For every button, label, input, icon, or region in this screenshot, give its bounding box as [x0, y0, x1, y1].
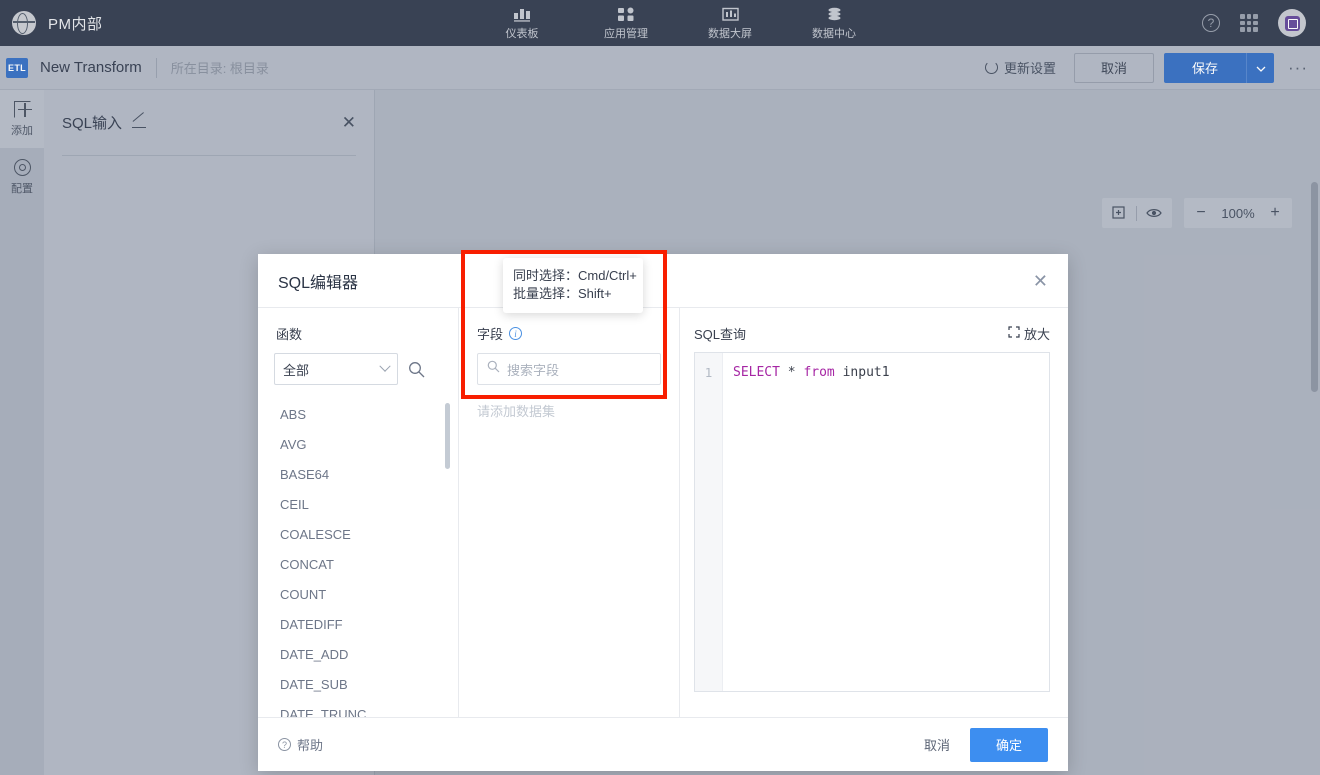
fields-label: 字段 — [477, 327, 504, 342]
line-number: 1 — [704, 365, 713, 380]
fields-empty-hint: 请添加数据集 — [477, 404, 556, 419]
field-search-input[interactable]: 搜索字段 — [477, 353, 661, 385]
app-root: PM内部 仪表板 应用管理 数据大屏 数据中心 ? ETL New Transf… — [0, 0, 1320, 775]
function-list-item[interactable]: DATEDIFF — [280, 609, 458, 639]
functions-label: 函数 — [276, 327, 303, 342]
tooltip-line-1: 同时选择：Cmd/Ctrl+ — [513, 268, 637, 283]
search-icon[interactable] — [408, 361, 425, 378]
function-list-item[interactable]: DATE_TRUNC — [280, 699, 458, 718]
dialog-footer: ? 帮助 取消 确定 — [258, 717, 1068, 771]
info-circle-icon[interactable]: i — [509, 327, 523, 340]
tooltip-line-2: 批量选择：Shift+ — [513, 286, 612, 301]
function-list-item[interactable]: AVG — [280, 429, 458, 459]
function-list-item[interactable]: ABS — [280, 399, 458, 429]
dialog-header: SQL编辑器 ✕ — [258, 254, 1068, 308]
editor-code-area[interactable]: SELECT * from input1 — [723, 353, 1049, 691]
sql-operator-star: * — [779, 365, 804, 380]
function-list-item[interactable]: COALESCE — [280, 519, 458, 549]
field-search-placeholder: 搜索字段 — [507, 362, 560, 378]
sql-table-name: input1 — [842, 365, 890, 380]
sql-query-column: SQL查询 放大 1 SELECT * from input1 — [680, 308, 1068, 717]
expand-editor-button[interactable]: 放大 — [1008, 324, 1050, 343]
sql-query-label: SQL查询 — [694, 327, 747, 342]
function-list-item[interactable]: DATE_SUB — [280, 669, 458, 699]
fields-column: 字段 i 搜索字段 请添加数据集 — [459, 308, 680, 717]
function-list-item[interactable]: CEIL — [280, 489, 458, 519]
help-label: 帮助 — [297, 738, 324, 753]
function-list-item[interactable]: BASE64 — [280, 459, 458, 489]
question-circle-icon: ? — [278, 738, 291, 751]
function-category-select[interactable]: 全部 — [274, 353, 398, 385]
dialog-title: SQL编辑器 — [278, 274, 359, 292]
sql-code-editor[interactable]: 1 SELECT * from input1 — [694, 352, 1050, 692]
footer-actions: 取消 确定 — [918, 727, 1048, 762]
expand-icon — [1008, 326, 1020, 341]
function-list-item[interactable]: COUNT — [280, 579, 458, 609]
help-button[interactable]: ? 帮助 — [278, 735, 323, 754]
dialog-cancel-button[interactable]: 取消 — [918, 727, 956, 762]
dialog-body: 函数 全部 ABS AVG BASE64 CEIL COALESCE CONCA… — [258, 308, 1068, 717]
function-list-item[interactable]: DATE_ADD — [280, 639, 458, 669]
fields-tooltip: 同时选择：Cmd/Ctrl+ 批量选择：Shift+ — [503, 258, 643, 313]
editor-gutter: 1 — [695, 353, 723, 691]
sql-keyword-from: from — [803, 365, 835, 380]
chevron-down-icon — [379, 360, 391, 372]
function-list-scrollbar[interactable] — [445, 403, 450, 469]
search-icon — [487, 360, 500, 378]
function-list[interactable]: ABS AVG BASE64 CEIL COALESCE CONCAT COUN… — [258, 399, 458, 717]
functions-column: 函数 全部 ABS AVG BASE64 CEIL COALESCE CONCA… — [258, 308, 459, 717]
expand-editor-label: 放大 — [1023, 327, 1050, 342]
sql-editor-dialog: SQL编辑器 ✕ 函数 全部 ABS AVG BASE64 CEIL COALE… — [258, 254, 1068, 771]
function-list-item[interactable]: CONCAT — [280, 549, 458, 579]
sql-identifier-table — [835, 365, 843, 380]
fields-label-row: 字段 i — [477, 324, 661, 343]
sql-query-header: SQL查询 放大 — [694, 324, 1050, 343]
function-category-value: 全部 — [283, 362, 310, 378]
functions-controls: 全部 — [258, 353, 458, 385]
close-icon[interactable]: ✕ — [1033, 272, 1048, 290]
sql-keyword-select: SELECT — [733, 365, 780, 380]
dialog-confirm-button[interactable]: 确定 — [970, 727, 1048, 762]
